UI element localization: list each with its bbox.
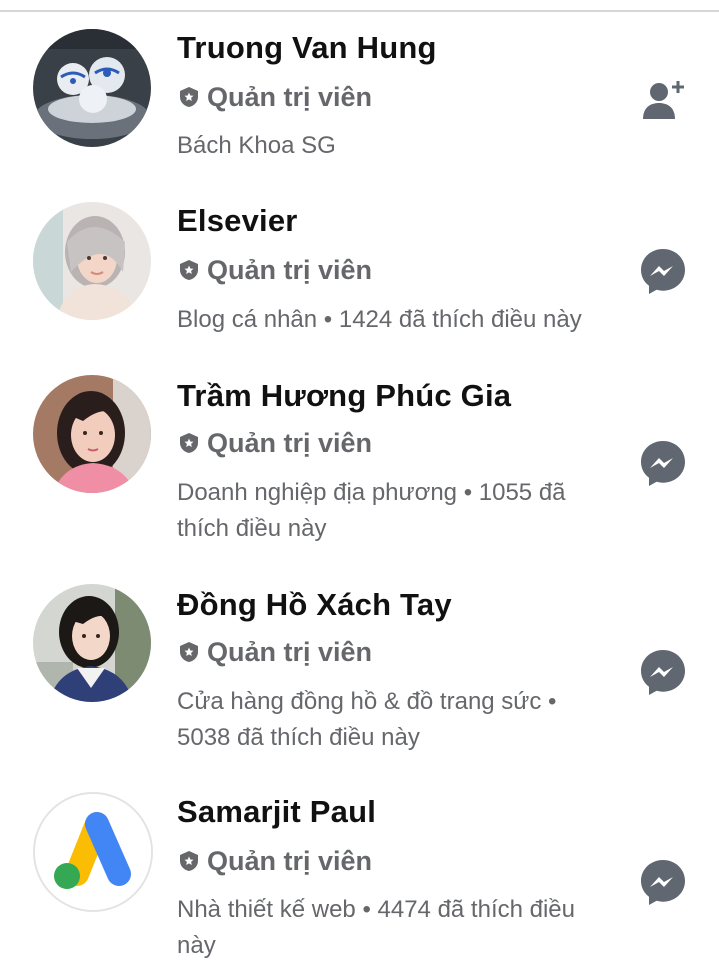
member-name[interactable]: Đồng Hồ Xách Tay [177,587,452,623]
google-ads-logo [35,794,151,910]
avatar[interactable] [33,792,153,912]
member-name[interactable]: Samarjit Paul [177,794,376,830]
admin-role: Quản trị viên [177,80,372,114]
shield-icon [180,87,198,107]
role-label: Quản trị viên [207,636,373,667]
add-friend-icon [643,81,684,119]
list-item[interactable]: Samarjit Paul Quản trị viên Nhà thiết kế… [0,770,719,959]
member-subtitle: Nhà thiết kế web • 4474 đã thích điều nà… [177,896,576,959]
admin-role: Quản trị viên [177,844,372,878]
message-button[interactable] [638,647,688,697]
shield-icon [180,851,198,871]
role-label: Quản trị viên [207,81,373,112]
messenger-icon [641,650,685,695]
member-subtitle: Blog cá nhân • 1424 đã thích điều này [177,306,582,333]
admin-role: Quản trị viên [177,635,372,669]
shield-icon [180,433,198,453]
member-subtitle: Doanh nghiệp địa phương • 1055 đã thích … [177,479,566,542]
role-label: Quản trị viên [207,845,373,876]
avatar[interactable] [33,584,151,702]
member-name[interactable]: Elsevier [177,203,298,239]
member-name[interactable]: Trầm Hương Phúc Gia [177,378,511,414]
messenger-icon [641,860,685,905]
avatar[interactable] [33,202,151,320]
role-label: Quản trị viên [207,427,373,458]
role-label: Quản trị viên [207,254,373,285]
member-subtitle: Cửa hàng đồng hồ & đồ trang sức • 5038 đ… [177,688,557,751]
message-button[interactable] [638,438,688,488]
member-subtitle: Bách Khoa SG [177,132,336,159]
list-item[interactable]: Đồng Hồ Xách Tay Quản trị viên Cửa hàng … [0,560,719,770]
list-item[interactable]: Trầm Hương Phúc Gia Quản trị viên Doanh … [0,350,719,560]
message-button[interactable] [638,857,688,907]
shield-icon [180,260,198,280]
message-button[interactable] [638,246,688,296]
messenger-icon [641,249,685,294]
member-name[interactable]: Truong Van Hung [177,30,437,66]
add-friend-button[interactable] [638,74,688,124]
list-item[interactable]: Truong Van Hung Quản trị viên Bách Khoa … [0,0,719,175]
avatar[interactable] [33,375,151,493]
messenger-icon [641,441,685,486]
admin-role: Quản trị viên [177,426,372,460]
admin-role: Quản trị viên [177,253,372,287]
list-item[interactable]: Elsevier Quản trị viên Blog cá nhân • 14… [0,175,719,350]
admin-list: Truong Van Hung Quản trị viên Bách Khoa … [0,0,719,959]
avatar[interactable] [33,29,151,147]
shield-icon [180,642,198,662]
